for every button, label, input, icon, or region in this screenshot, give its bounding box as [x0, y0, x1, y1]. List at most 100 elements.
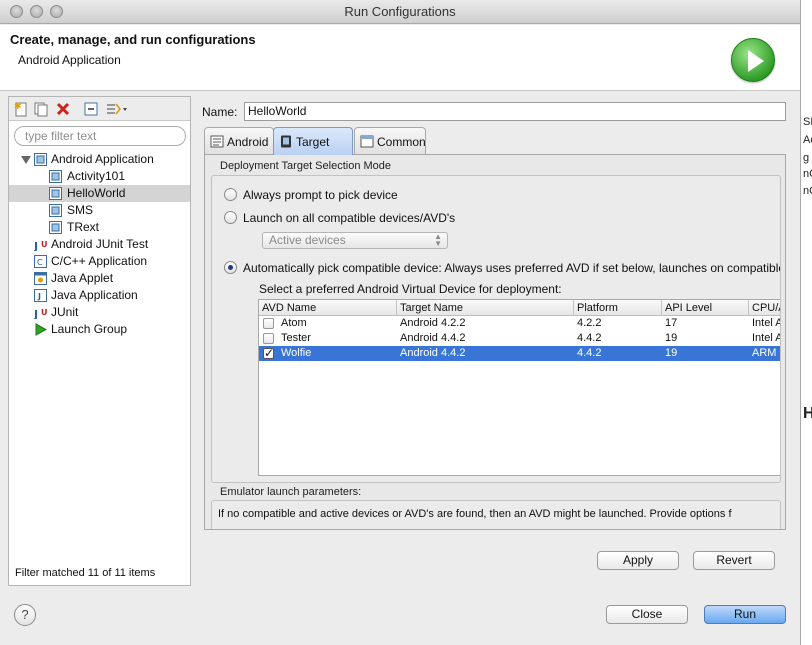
emulator-group: If no compatible and active devices or A…	[211, 500, 781, 529]
svg-text:✱: ✱	[14, 102, 22, 112]
android-app-icon	[49, 221, 62, 234]
configuration-tree-panel: ✱ type filter text Android Application A…	[8, 96, 191, 586]
launch-group-icon	[35, 323, 47, 336]
tree-item-label: C/C++ Application	[51, 254, 148, 268]
table-row[interactable]: Wolfie Android 4.4.2 4.4.2 19 ARM (a	[259, 346, 780, 361]
avd-target: Android 4.4.2	[400, 347, 466, 359]
tree-item-label: Activity101	[67, 169, 126, 183]
avd-target: Android 4.4.2	[400, 332, 466, 344]
tree-item-label: JUnit	[51, 305, 79, 319]
column-header-avd-name[interactable]: AVD Name	[259, 300, 397, 316]
tab-bar: Android Target Common	[204, 127, 786, 155]
tree-item-activity101[interactable]: Activity101	[9, 168, 190, 185]
android-tab-icon	[210, 135, 224, 148]
configuration-editor: Name: HelloWorld Android Target Common D…	[196, 96, 796, 586]
tree-toolbar: ✱	[9, 97, 190, 121]
java-applet-icon	[34, 272, 47, 285]
tree-item-android-junit-test[interactable]: JU Android JUnit Test	[9, 236, 190, 253]
collapse-all-icon[interactable]	[83, 101, 99, 117]
tree-item-cpp-application[interactable]: C C/C++ Application	[9, 253, 190, 270]
tree-item-label: Android Application	[51, 152, 154, 166]
background-text: g	[803, 152, 810, 164]
select-arrows-icon: ▲ ▼	[434, 232, 442, 248]
disclosure-triangle-icon[interactable]	[21, 156, 31, 164]
tree-item-label: SMS	[67, 203, 94, 217]
svg-text:U: U	[41, 240, 48, 249]
background-text: Ac	[803, 134, 812, 146]
column-header-target-name[interactable]: Target Name	[397, 300, 574, 316]
help-button[interactable]: ?	[14, 604, 36, 626]
run-button[interactable]: Run	[704, 605, 786, 624]
column-header-platform[interactable]: Platform	[574, 300, 662, 316]
radio-button[interactable]	[224, 188, 237, 201]
tree-item-java-applet[interactable]: Java Applet	[9, 270, 190, 287]
avd-name: Wolfie	[281, 347, 312, 359]
select-value: Active devices	[269, 233, 346, 247]
revert-button[interactable]: Revert	[693, 551, 775, 570]
common-tab-icon	[360, 135, 374, 148]
tree-item-java-application[interactable]: J Java Application	[9, 287, 190, 304]
emulator-group-title: Emulator launch parameters:	[220, 486, 362, 498]
tree-item-android-application[interactable]: Android Application	[9, 151, 190, 168]
android-junit-icon: JU	[34, 240, 48, 251]
close-window-icon[interactable]	[10, 5, 23, 18]
avd-name: Tester	[281, 332, 311, 344]
tab-android[interactable]: Android	[204, 127, 274, 155]
avd-cpu: Intel At	[752, 317, 780, 329]
delete-icon[interactable]	[55, 101, 71, 117]
svg-text:J: J	[37, 292, 41, 301]
table-row[interactable]: Tester Android 4.4.2 4.4.2 19 Intel At	[259, 331, 780, 346]
new-config-icon[interactable]: ✱	[13, 101, 29, 117]
green-run-arrow-icon	[731, 38, 775, 82]
emulator-description: If no compatible and active devices or A…	[218, 508, 732, 520]
avd-platform: 4.4.2	[577, 332, 602, 344]
close-button[interactable]: Close	[606, 605, 688, 624]
filter-icon[interactable]	[105, 101, 129, 117]
tree-item-launch-group[interactable]: Launch Group	[9, 321, 190, 338]
target-tab-content: Deployment Target Selection Mode Always …	[204, 154, 786, 530]
tree-item-label: Android JUnit Test	[51, 237, 149, 251]
table-row[interactable]: Atom Android 4.2.2 4.2.2 17 Intel At	[259, 316, 780, 331]
column-header-cpu-abi[interactable]: CPU/AB	[749, 300, 780, 316]
avd-platform: 4.4.2	[577, 347, 602, 359]
radio-label: Always prompt to pick device	[243, 188, 398, 202]
background-text: SE	[803, 116, 812, 128]
name-field[interactable]: HelloWorld	[244, 102, 786, 121]
svg-text:J: J	[34, 240, 38, 251]
avd-name: Atom	[281, 317, 307, 329]
avd-checkbox[interactable]	[263, 318, 274, 329]
tree-item-helloworld[interactable]: HelloWorld	[9, 185, 190, 202]
deployment-group: Always prompt to pick device Launch on a…	[211, 175, 781, 483]
radio-button[interactable]	[224, 261, 237, 274]
tree-item-sms[interactable]: SMS	[9, 202, 190, 219]
tree-item-junit[interactable]: JU JUnit	[9, 304, 190, 321]
column-header-api-level[interactable]: API Level	[662, 300, 749, 316]
banner-subtitle: Android Application	[18, 53, 121, 67]
tab-common[interactable]: Common	[354, 127, 426, 155]
filter-status: Filter matched 11 of 11 items	[15, 567, 156, 579]
avd-checkbox[interactable]	[263, 333, 274, 344]
duplicate-icon[interactable]	[33, 101, 49, 117]
background-text: nC	[803, 168, 812, 180]
apply-button[interactable]: Apply	[597, 551, 679, 570]
avd-caption: Select a preferred Android Virtual Devic…	[259, 282, 562, 296]
radio-button[interactable]	[224, 211, 237, 224]
minimize-window-icon[interactable]	[30, 5, 43, 18]
zoom-window-icon[interactable]	[50, 5, 63, 18]
android-app-icon	[34, 153, 47, 166]
target-tab-icon	[281, 135, 291, 148]
name-label: Name:	[202, 105, 238, 119]
configuration-tree: Android Application Activity101 HelloWor…	[9, 151, 190, 338]
filter-input[interactable]: type filter text	[14, 126, 186, 146]
background-text: H	[803, 405, 812, 423]
android-app-icon	[49, 187, 62, 200]
avd-table-header: AVD Name Target Name Platform API Level …	[259, 300, 780, 316]
tree-item-trext[interactable]: TRext	[9, 219, 190, 236]
avd-platform: 4.2.2	[577, 317, 602, 329]
title-bar: Run Configurations	[0, 0, 800, 24]
avd-api: 19	[665, 347, 678, 359]
radio-label: Automatically pick compatible device: Al…	[243, 261, 781, 275]
avd-checkbox[interactable]	[263, 346, 274, 360]
tab-target[interactable]: Target	[273, 127, 353, 155]
android-app-icon	[49, 204, 62, 217]
